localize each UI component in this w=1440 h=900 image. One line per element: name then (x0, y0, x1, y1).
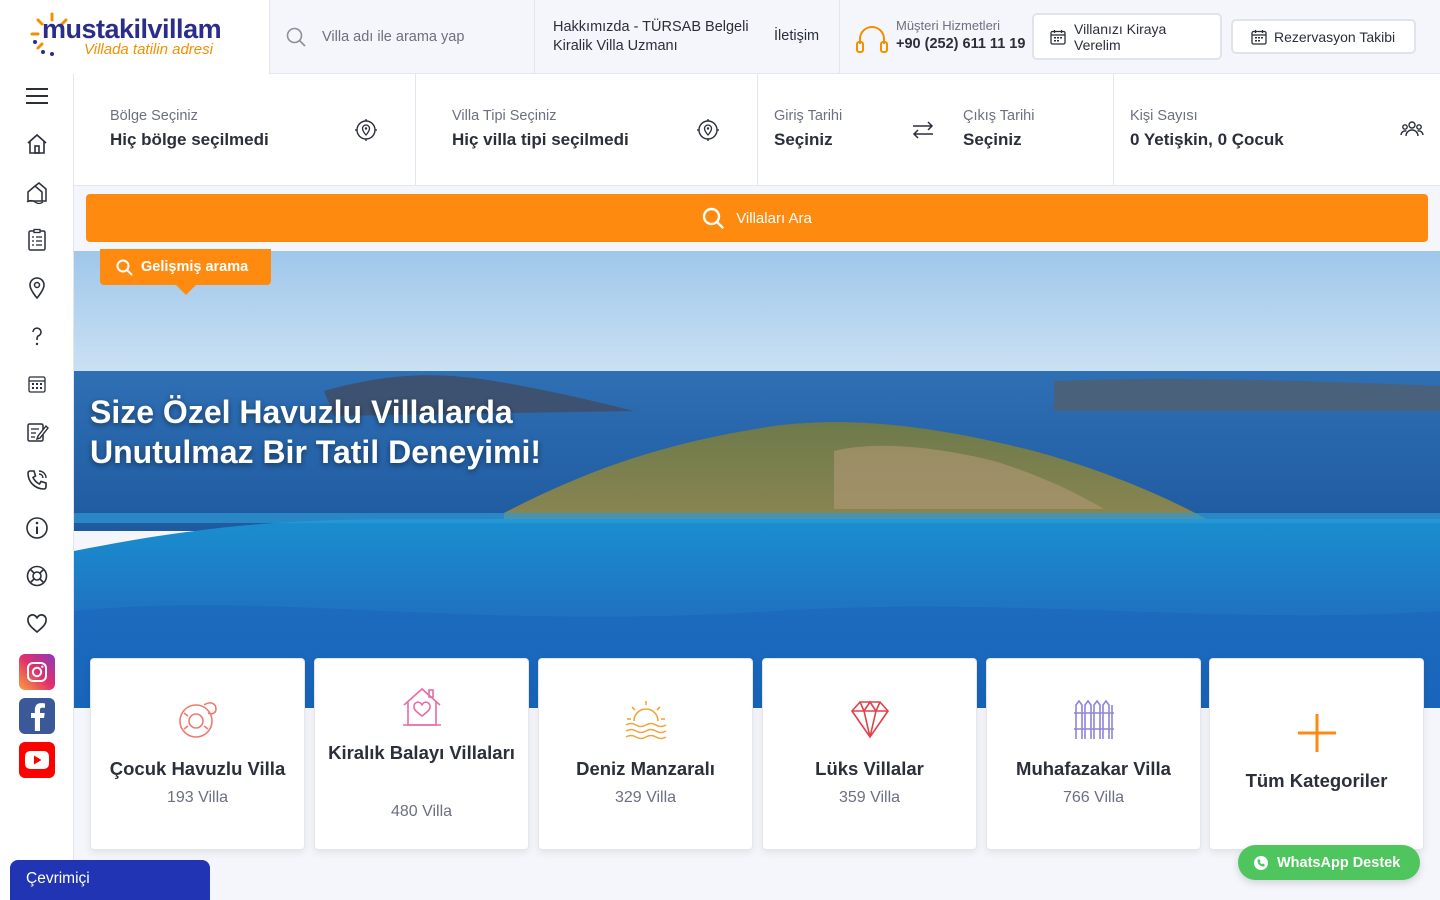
category-count: 766 Villa (1062, 789, 1125, 806)
target-location-icon (697, 119, 719, 141)
phone-icon[interactable] (23, 466, 51, 494)
location-icon[interactable] (23, 274, 51, 302)
hero-image (74, 251, 1440, 708)
heart-icon[interactable] (23, 610, 51, 638)
hero-banner (74, 251, 1440, 708)
reservation-tracking-button[interactable]: Rezervasyon Takibi (1231, 19, 1416, 54)
question-icon[interactable] (23, 322, 51, 350)
region-label: Bölge Seçiniz (110, 108, 198, 124)
region-value: Hiç bölge seçilmedi (110, 130, 269, 149)
honeymoon-house-icon (315, 685, 528, 729)
search-icon (286, 27, 306, 47)
sunset-sea-icon (539, 697, 752, 741)
instagram-icon[interactable] (19, 654, 55, 690)
villa-search-input[interactable] (322, 22, 522, 52)
menu-icon[interactable] (23, 82, 51, 110)
edit-icon[interactable] (23, 418, 51, 446)
youtube-icon[interactable] (19, 742, 55, 778)
plus-icon (1210, 711, 1423, 755)
top-bar: mustakilvillam Villada tatilin adresi Ha… (0, 0, 1440, 74)
category-title: Çocuk Havuzlu Villa (109, 758, 286, 779)
headset-icon (856, 26, 888, 53)
checkin-value: Seçiniz (774, 130, 833, 149)
category-card-kids-pool[interactable]: Çocuk Havuzlu Villa 193 Villa (90, 658, 305, 850)
calendar-icon (1251, 30, 1267, 45)
category-card-sea-view[interactable]: Deniz Manzaralı 329 Villa (538, 658, 753, 850)
rent-your-villa-label: Villanızı Kiraya Verelim (1074, 21, 1167, 53)
support-icon[interactable] (23, 562, 51, 590)
pool-ring-icon (91, 697, 304, 741)
hero-headline-line1: Size Özel Havuzlu Villalarda (90, 394, 513, 430)
about-link[interactable]: Hakkımızda - TÜRSAB Belgeli Kiralik Vill… (553, 18, 763, 56)
checkout-label: Çıkış Tarihi (963, 108, 1035, 124)
category-cards: Çocuk Havuzlu Villa 193 Villa Kiralık Ba… (90, 658, 1424, 850)
guest-count-select[interactable]: Kişi Sayısı 0 Yetişkin, 0 Çocuk (1114, 74, 1440, 186)
info-icon[interactable] (23, 514, 51, 542)
rent-your-villa-button[interactable]: Villanızı Kiraya Verelim (1032, 13, 1222, 60)
whatsapp-label: WhatsApp Destek (1277, 854, 1401, 871)
tab-notch (176, 285, 196, 295)
hero-headline-line2: Unutulmaz Bir Tatil Deneyimi! (90, 434, 542, 470)
category-card-luxury[interactable]: Lüks Villalar 359 Villa (762, 658, 977, 850)
fence-icon (987, 697, 1200, 741)
people-icon (1400, 121, 1424, 137)
category-card-all[interactable]: Tüm Kategoriler (1209, 658, 1424, 850)
villa-type-select[interactable]: Villa Tipi Seçiniz Hiç villa tipi seçilm… (416, 74, 758, 186)
live-chat-status[interactable]: Çevrimiçi (10, 860, 210, 900)
swap-arrows-icon (912, 121, 934, 139)
whatsapp-support-button[interactable]: WhatsApp Destek (1238, 845, 1420, 880)
side-navigation (0, 74, 74, 900)
region-select[interactable]: Bölge Seçiniz Hiç bölge seçilmedi (74, 74, 416, 186)
reservation-tracking-label: Rezervasyon Takibi (1274, 29, 1396, 45)
support-phone[interactable]: +90 (252) 611 11 19 (896, 36, 1025, 52)
category-card-conservative[interactable]: Muhafazakar Villa 766 Villa (986, 658, 1201, 850)
villa-icon[interactable] (23, 178, 51, 206)
search-villas-button[interactable]: Villaları Ara (86, 194, 1428, 242)
category-count: 329 Villa (614, 789, 677, 806)
diamond-icon (763, 697, 976, 741)
calendar-icon[interactable] (23, 370, 51, 398)
contact-link[interactable]: İletişim (774, 28, 819, 44)
search-icon (116, 259, 133, 275)
category-title: Tüm Kategoriler (1245, 770, 1388, 791)
category-count: 193 Villa (166, 789, 229, 806)
checkin-label: Giriş Tarihi (774, 108, 843, 124)
home-icon[interactable] (23, 130, 51, 158)
category-title: Lüks Villalar (815, 758, 924, 779)
search-villas-label: Villaları Ara (736, 209, 812, 227)
villa-search (270, 0, 535, 74)
calendar-icon (1050, 30, 1066, 45)
villa-type-label: Villa Tipi Seçiniz (452, 108, 557, 124)
whatsapp-icon (1254, 855, 1268, 870)
category-count: 480 Villa (390, 803, 453, 820)
advanced-search-button[interactable]: Gelişmiş arama (100, 249, 271, 295)
brand-tagline: Villada tatilin adresi (84, 41, 213, 58)
category-title: Kiralık Balayı Villaları (328, 742, 515, 763)
category-count: 359 Villa (838, 789, 901, 806)
villa-type-value: Hiç villa tipi seçilmedi (452, 130, 629, 149)
search-icon (703, 207, 724, 229)
date-range-select[interactable]: Giriş Tarihi Seçiniz Çıkış Tarihi Seçini… (758, 74, 1114, 186)
facebook-icon[interactable] (19, 698, 55, 734)
logo[interactable]: mustakilvillam Villada tatilin adresi (0, 0, 270, 74)
category-title: Deniz Manzaralı (576, 758, 715, 779)
divider (839, 0, 840, 74)
category-title: Muhafazakar Villa (1016, 758, 1171, 779)
category-card-honeymoon[interactable]: Kiralık Balayı Villaları 480 Villa (314, 658, 529, 850)
target-location-icon (355, 119, 377, 141)
advanced-search-label: Gelişmiş arama (141, 259, 249, 275)
guests-value: 0 Yetişkin, 0 Çocuk (1130, 130, 1284, 149)
search-filters: Bölge Seçiniz Hiç bölge seçilmedi Villa … (74, 74, 1440, 186)
checkout-value: Seçiniz (963, 130, 1022, 149)
guests-label: Kişi Sayısı (1130, 108, 1198, 124)
list-icon[interactable] (23, 226, 51, 254)
support-label: Müşteri Hizmetleri (896, 18, 1001, 33)
hero-headline: Size Özel Havuzlu Villalarda Unutulmaz B… (90, 392, 650, 472)
